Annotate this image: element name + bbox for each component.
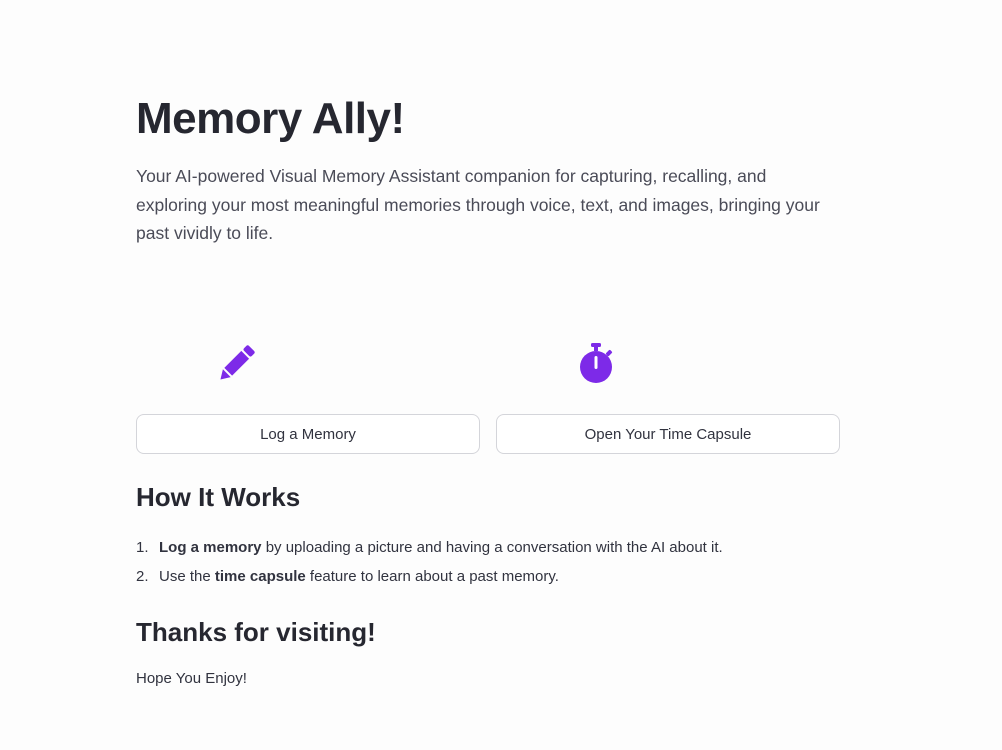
step-prefix: Use the [159,568,215,585]
steps-list: 1. Log a memory by uploading a picture an… [136,536,723,594]
app-description: Your AI-powered Visual Memory Assistant … [136,166,820,243]
thanks-heading: Thanks for visiting! [136,617,376,647]
step-bold: time capsule [214,568,306,585]
step-number: 1. [136,539,149,556]
step-number: 2. [136,568,149,585]
page-title: Memory Ally! [136,94,405,143]
how-it-works-heading: How It Works [136,482,301,512]
step-suffix: feature to learn about a past memory. [305,568,559,585]
thanks-text: Hope You Enjoy! [136,670,247,687]
pencil-icon [212,340,260,388]
stopwatch-icon [572,340,620,388]
step-suffix: by uploading a picture and having a conv… [261,539,723,556]
log-memory-button[interactable]: Log a Memory [136,414,480,454]
step-bold: Log a memory [159,539,262,556]
list-item: 2. Use the time capsule feature to learn … [136,565,723,594]
list-item: 1. Log a memory by uploading a picture an… [136,536,723,565]
open-time-capsule-button[interactable]: Open Your Time Capsule [496,414,840,454]
